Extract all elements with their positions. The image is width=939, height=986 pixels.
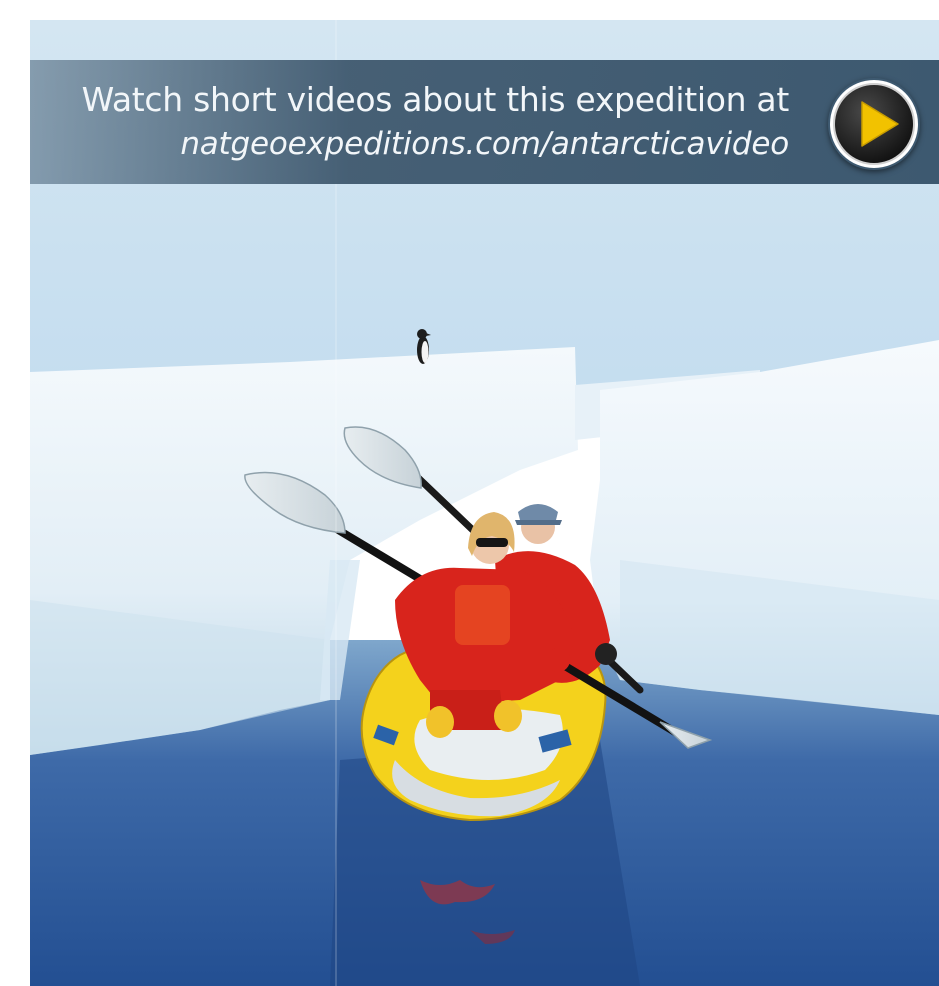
video-promo-banner: Watch short videos about this expedition… [30,60,939,184]
page: Watch short videos about this expedition… [0,0,939,986]
play-button[interactable] [828,78,920,170]
banner-line-1: Watch short videos about this expedition… [81,80,790,119]
banner-url-link[interactable]: natgeoexpeditions.com/antarcticavideo [82,122,789,166]
play-icon [830,80,918,168]
banner-text: Watch short videos about this expedition… [81,78,790,166]
